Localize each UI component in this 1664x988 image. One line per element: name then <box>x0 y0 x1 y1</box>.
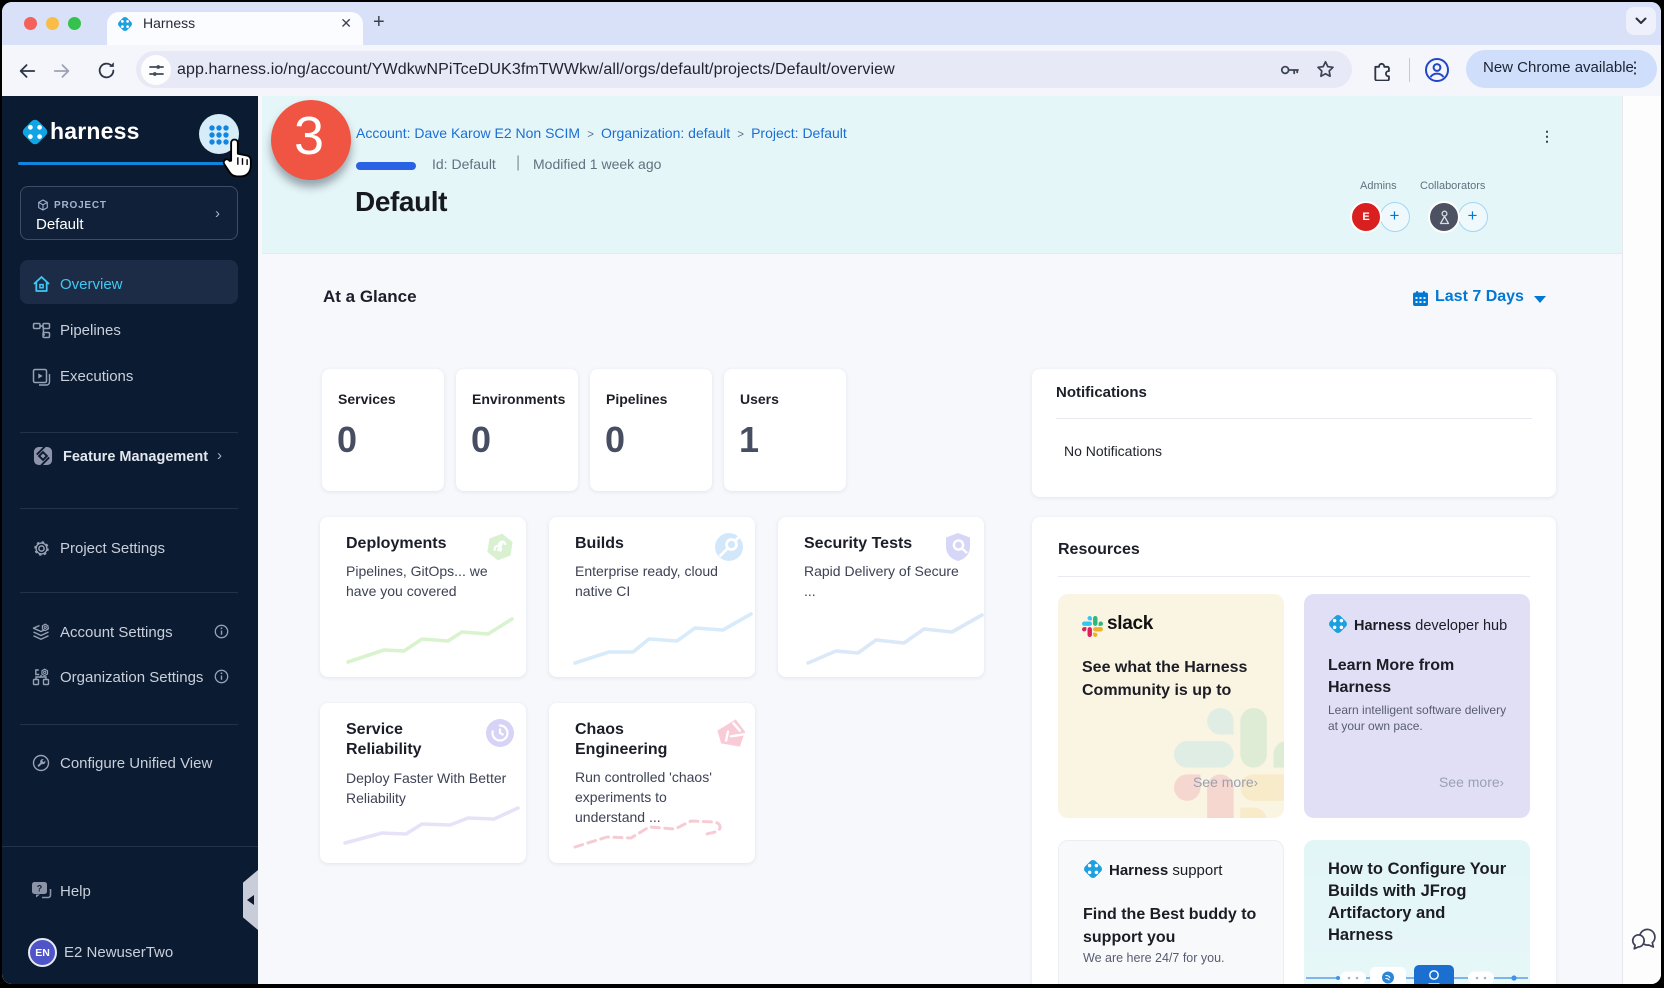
svg-text:?: ? <box>37 884 43 894</box>
